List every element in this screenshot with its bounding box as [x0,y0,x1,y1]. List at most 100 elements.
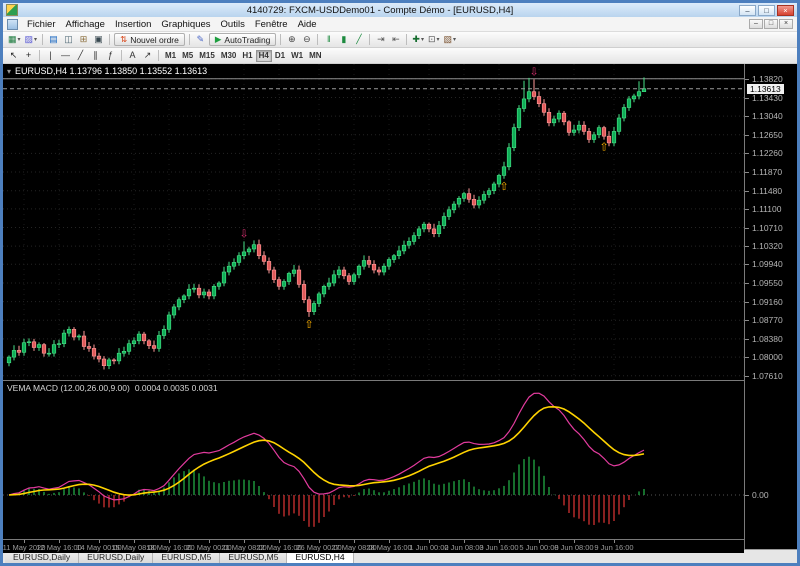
terminal-icon[interactable]: ▣ [91,33,106,46]
price-tick [745,301,749,303]
navigator-icon[interactable]: ⊞ [76,33,91,46]
price-label: 1.08000 [752,352,783,363]
auto-scroll-icon[interactable]: ⇥ [373,33,388,46]
application-window: 4140729: FXCM-USDDemo01 - Compte Démo - … [0,0,800,566]
price-chart-pane[interactable]: ⇩ ⇧ ⇧ ⇩ ⇧ ▾ EURUSD,H4 1.13796 1.13850 1.1355… [3,64,744,380]
one-click-trading-toggle[interactable]: ▾ [7,67,11,76]
menu-item-aide[interactable]: Aide [293,19,322,30]
menu-item-fenetre[interactable]: Fenêtre [250,19,293,30]
window-controls: – □ × [739,4,794,16]
standard-toolbar: ▦ ▾ ▨ ▾ ▤ ◫ ⊞ ▣ ⇅ Nouvel ordre ✎ ▶ AutoTrading ⊕ ⊖ ‖ ▮ ╱ ⇥… [3,32,797,48]
timeframe-mn[interactable]: MN [306,50,324,62]
menu-item-fichier[interactable]: Fichier [22,19,61,30]
title-bar: 4140729: FXCM-USDDemo01 - Compte Démo - … [3,3,797,17]
data-window-icon[interactable]: ◫ [61,33,76,46]
maximize-button[interactable]: □ [758,4,775,16]
timeframe-m1[interactable]: M1 [162,50,179,62]
buy-arrow-icon: ⇧ [599,141,608,154]
crosshair-icon[interactable]: + [21,49,36,62]
toolbar-separator [280,34,282,45]
timeframe-m30[interactable]: M30 [218,50,240,62]
minimize-button[interactable]: – [739,4,756,16]
price-label: 1.13040 [752,111,783,122]
templates-icon[interactable]: ▧ ▾ [442,33,459,46]
new-order-button[interactable]: ⇅ Nouvel ordre [114,33,185,46]
toolbar-separator [42,34,44,45]
chart-info-line: ▾ EURUSD,H4 1.13796 1.13850 1.13552 1.13… [7,66,207,76]
mdi-restore-icon[interactable]: □ [764,19,778,29]
macd-indicator-pane[interactable]: VEMA MACD (12.00,26.00,9.00) 0.0004 0.00… [3,381,744,539]
price-label: 1.10710 [752,222,783,233]
close-button[interactable]: × [777,4,794,16]
buy-arrow-icon: ⇧ [499,180,508,193]
metaeditor-icon[interactable]: ✎ [193,33,208,46]
timeframe-d1[interactable]: D1 [272,50,288,62]
menu-item-graphiques[interactable]: Graphiques [156,19,215,30]
price-gridlines [3,64,744,380]
price-tick [745,375,749,377]
bar-chart-icon[interactable]: ‖ [321,33,336,46]
timeframe-m5[interactable]: M5 [179,50,196,62]
autotrading-button[interactable]: ▶ AutoTrading [208,33,277,46]
menu-item-insertion[interactable]: Insertion [110,19,156,30]
cursor-icon: ↖ [9,50,18,60]
market-watch-icon[interactable]: ▤ [46,33,61,46]
auto-scroll-icon: ⇥ [377,34,385,44]
new-chart-icon: ▦ [8,34,17,44]
menu-items: Fichier Affichage Insertion Graphiques Outil… [22,19,322,30]
price-label: 1.08770 [752,315,783,326]
text-label-icon: A [129,50,136,60]
price-label: 1.11870 [752,167,783,177]
timeframe-h4[interactable]: H4 [255,49,272,62]
text-label-icon[interactable]: A [125,49,140,62]
window-title: 4140729: FXCM-USDDemo01 - Compte Démo - … [246,4,514,16]
vertical-line-icon[interactable]: | [43,49,58,62]
price-tick [745,190,749,192]
price-label: 1.09940 [752,259,783,270]
price-tick [745,264,749,266]
price-label: 1.12260 [752,148,783,159]
chart-shift-icon[interactable]: ⇤ [388,33,403,46]
chart-region: ⇩ ⇧ ⇧ ⇩ ⇧ ▾ EURUSD,H4 1.13796 1.13850 1.1355… [3,64,797,553]
indicator-name: VEMA MACD (12.00,26.00,9.00) [7,383,130,393]
price-tick [745,78,749,80]
price-tick [745,172,749,173]
indicators-icon[interactable]: ✚ ▾ [410,33,426,46]
menu-item-affichage[interactable]: Affichage [61,19,110,30]
sell-arrow-icon: ⇩ [239,227,248,240]
autotrading-button: ▶ [214,34,222,44]
menu-item-outils[interactable]: Outils [216,19,250,30]
price-tick [745,320,749,322]
toolbar-separator [121,50,122,61]
price-tick [745,134,749,136]
mdi-close-icon[interactable]: × [779,19,793,29]
horizontal-line-icon[interactable]: — [58,49,73,62]
trendline-icon[interactable]: ╱ [73,49,88,62]
ohlc-readout: EURUSD,H4 1.13796 1.13850 1.13552 1.1361… [15,66,208,76]
cursor-icon[interactable]: ↖ [6,49,21,62]
timeframe-m15[interactable]: M15 [196,50,218,62]
crosshair-icon: + [25,50,32,60]
channel-icon[interactable]: ∥ [88,49,103,62]
zoom-in-icon[interactable]: ⊕ [284,33,299,46]
mdi-minimize-icon[interactable]: – [749,19,763,29]
time-axis[interactable]: 11 May 2020 12 May 16:00 14 May 00:00 15 Ma… [3,539,744,553]
zoom-out-icon[interactable]: ⊖ [299,33,314,46]
indicator-zero-label: 0.00 [752,490,769,500]
line-chart-icon[interactable]: ╱ [351,33,366,46]
timeframe-w1[interactable]: W1 [288,50,306,62]
candlestick-chart-icon[interactable]: ▮ [336,33,351,46]
timeframe-h1[interactable]: H1 [239,50,255,62]
fibonacci-icon[interactable]: ƒ [103,49,118,62]
new-chart-icon[interactable]: ▦ ▾ [6,33,23,46]
price-scale[interactable]: 1.13820 1.13430 1.13040 1.12650 1.12260 1.118… [744,64,797,549]
time-label: 2 Jun 08:00 [444,543,484,552]
periods-icon[interactable]: ⊡ ▾ [426,33,442,46]
price-tick [745,338,749,340]
chevron-down-icon: ▾ [453,37,457,43]
arrows-icon[interactable]: ↗ [140,49,155,62]
arrows-icon: ↗ [143,50,152,60]
profiles-icon[interactable]: ▨ ▾ [23,33,40,46]
autotrading-button-label: AutoTrading [224,34,271,45]
price-tick [745,97,749,99]
